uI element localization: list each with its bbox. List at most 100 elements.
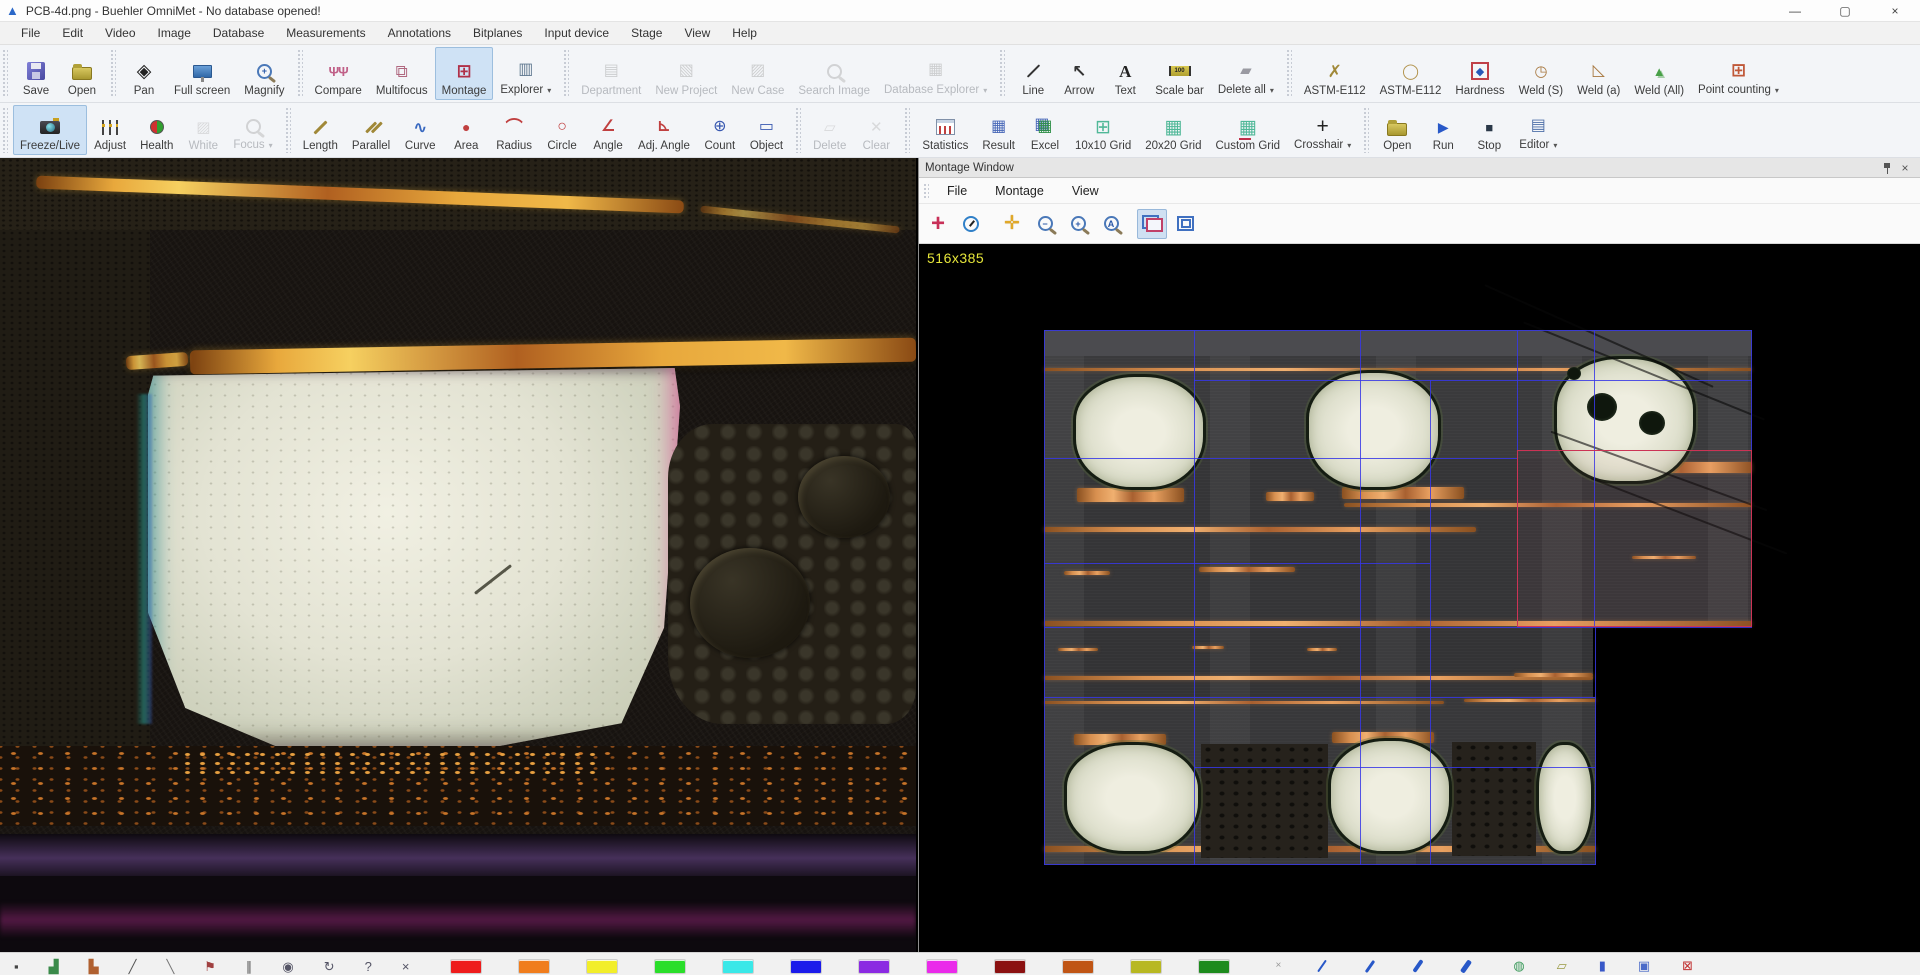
montage-close-button[interactable]: × [1896, 160, 1914, 176]
delete-bitplane-icon[interactable]: ⊠ [1682, 959, 1693, 972]
histogram-icon[interactable]: ▟ [49, 960, 59, 973]
custom-grid-button[interactable]: Custom Grid [1209, 105, 1288, 155]
rectangle-tool-icon[interactable]: ▮ [1599, 959, 1606, 972]
montage-menu-file[interactable]: File [933, 180, 981, 202]
save-button[interactable]: Save [13, 47, 59, 100]
acquire-timer-button[interactable] [956, 209, 986, 239]
active-tile-outline[interactable] [1517, 450, 1752, 627]
area-button[interactable]: Area [443, 105, 489, 155]
health-button[interactable]: Health [133, 105, 180, 155]
zoom-auto-button[interactable]: A [1096, 209, 1126, 239]
point-counting-button[interactable]: Point counting [1691, 47, 1786, 100]
draw-tool-icon[interactable]: ╱ [129, 960, 137, 973]
eraser-tool-icon[interactable]: ▱ [1557, 959, 1567, 972]
montage-menu-montage[interactable]: Montage [981, 180, 1058, 202]
scale-bar-button[interactable]: 100 Scale bar [1148, 47, 1211, 100]
collapse-icon[interactable]: × [1276, 961, 1282, 971]
multifocus-button[interactable]: Multifocus [369, 47, 435, 100]
menu-measurements[interactable]: Measurements [275, 23, 376, 43]
editor-button[interactable]: Editor [1512, 105, 1564, 155]
montage-button[interactable]: Montage [435, 47, 494, 100]
weld-s-button[interactable]: Weld (S) [1512, 47, 1571, 100]
pin-button[interactable] [1878, 160, 1896, 176]
result-button[interactable]: Result [975, 105, 1022, 155]
explorer-button[interactable]: Explorer [493, 47, 558, 100]
menu-help[interactable]: Help [721, 23, 768, 43]
grid-10x10-button[interactable]: 10x10 Grid [1068, 105, 1138, 155]
palette-swatch-red[interactable] [450, 959, 482, 974]
radius-button[interactable]: Radius [489, 105, 539, 155]
menu-stage[interactable]: Stage [620, 23, 673, 43]
fill-tool-icon[interactable]: ◍ [1513, 959, 1524, 972]
text-button[interactable]: Text [1102, 47, 1148, 100]
object-button[interactable]: Object [743, 105, 790, 155]
palette-swatch-green[interactable] [654, 959, 686, 974]
minimize-button[interactable]: — [1770, 0, 1820, 21]
open-button[interactable]: Open [59, 47, 105, 100]
adjust-button[interactable]: Adjust [87, 105, 133, 155]
parallel-button[interactable]: Parallel [345, 105, 397, 155]
palette-swatch-purple[interactable] [858, 959, 890, 974]
pan-button[interactable]: Pan [121, 47, 167, 100]
pan-arrows-button[interactable] [997, 209, 1027, 239]
palette-swatch-orange[interactable] [518, 959, 550, 974]
palette-swatch-olive[interactable] [1130, 959, 1162, 974]
zoom-out-button[interactable]: − [1030, 209, 1060, 239]
palette-swatch-magenta[interactable] [926, 959, 958, 974]
excel-button[interactable]: Excel [1022, 105, 1068, 155]
menu-view[interactable]: View [673, 23, 721, 43]
curve-button[interactable]: Curve [397, 105, 443, 155]
maximize-button[interactable]: ▢ [1820, 0, 1870, 21]
montage-canvas[interactable]: 516x385 [919, 244, 1920, 952]
fit-view-button[interactable] [1170, 209, 1200, 239]
refresh-tool-icon[interactable]: ↻ [324, 960, 335, 973]
palette-swatch-blue[interactable] [790, 959, 822, 974]
zoom-in-button[interactable]: + [1063, 209, 1093, 239]
angle-button[interactable]: Angle [585, 105, 631, 155]
montage-menu-view[interactable]: View [1058, 180, 1113, 202]
delete-all-button[interactable]: Delete all [1211, 47, 1281, 100]
draw-tool-icon[interactable]: ╲ [166, 960, 174, 973]
compare-button[interactable]: Compare [308, 47, 369, 100]
levels-icon[interactable]: ▙ [89, 960, 99, 973]
pen-3px-icon[interactable] [1413, 959, 1424, 973]
palette-swatch-dark-orange[interactable] [1062, 959, 1094, 974]
ruler-tool-icon[interactable]: ∥ [246, 960, 253, 973]
menu-video[interactable]: Video [94, 23, 146, 43]
adj-angle-button[interactable]: Adj. Angle [631, 105, 697, 155]
hardness-button[interactable]: Hardness [1448, 47, 1511, 100]
close-tool-icon[interactable]: × [402, 960, 410, 973]
menu-bitplanes[interactable]: Bitplanes [462, 23, 533, 43]
astm-e112-planimetric-button[interactable]: ASTM-E112 [1373, 47, 1449, 100]
line-button[interactable]: Line [1010, 47, 1056, 100]
menu-annotations[interactable]: Annotations [377, 23, 462, 43]
palette-swatch-dark-red[interactable] [994, 959, 1026, 974]
crosshair-button[interactable]: Crosshair [1287, 105, 1358, 155]
palette-swatch-dark-green[interactable] [1198, 959, 1230, 974]
grid-20x20-button[interactable]: 20x20 Grid [1138, 105, 1208, 155]
stop-button[interactable]: Stop [1466, 105, 1512, 155]
bitplane-tool-icon[interactable]: ▪ [14, 960, 19, 973]
hand-tool-icon[interactable]: ◉ [282, 960, 293, 973]
circle-button[interactable]: Circle [539, 105, 585, 155]
count-button[interactable]: Count [697, 105, 743, 155]
pen-2px-icon[interactable] [1365, 959, 1375, 972]
weld-all-button[interactable]: Weld (All) [1627, 47, 1691, 100]
save-bitplane-icon[interactable]: ▣ [1638, 959, 1650, 972]
menu-database[interactable]: Database [202, 23, 275, 43]
add-tile-button[interactable] [923, 209, 953, 239]
freeze-live-button[interactable]: Freeze/Live [13, 105, 87, 155]
menu-image[interactable]: Image [147, 23, 202, 43]
routine-open-button[interactable]: Open [1374, 105, 1420, 155]
length-button[interactable]: Length [296, 105, 345, 155]
arrow-button[interactable]: Arrow [1056, 47, 1102, 100]
run-button[interactable]: Run [1420, 105, 1466, 155]
specimen-image-canvas[interactable] [0, 158, 916, 952]
flag-tool-icon[interactable]: ⚑ [204, 960, 216, 973]
astm-e112-intercept-button[interactable]: ASTM-E112 [1297, 47, 1373, 100]
fullscreen-button[interactable]: Full screen [167, 47, 237, 100]
weld-a-button[interactable]: Weld (a) [1570, 47, 1627, 100]
menu-file[interactable]: File [10, 23, 51, 43]
pen-4px-icon[interactable] [1460, 959, 1472, 973]
magnify-button[interactable]: + Magnify [237, 47, 291, 100]
